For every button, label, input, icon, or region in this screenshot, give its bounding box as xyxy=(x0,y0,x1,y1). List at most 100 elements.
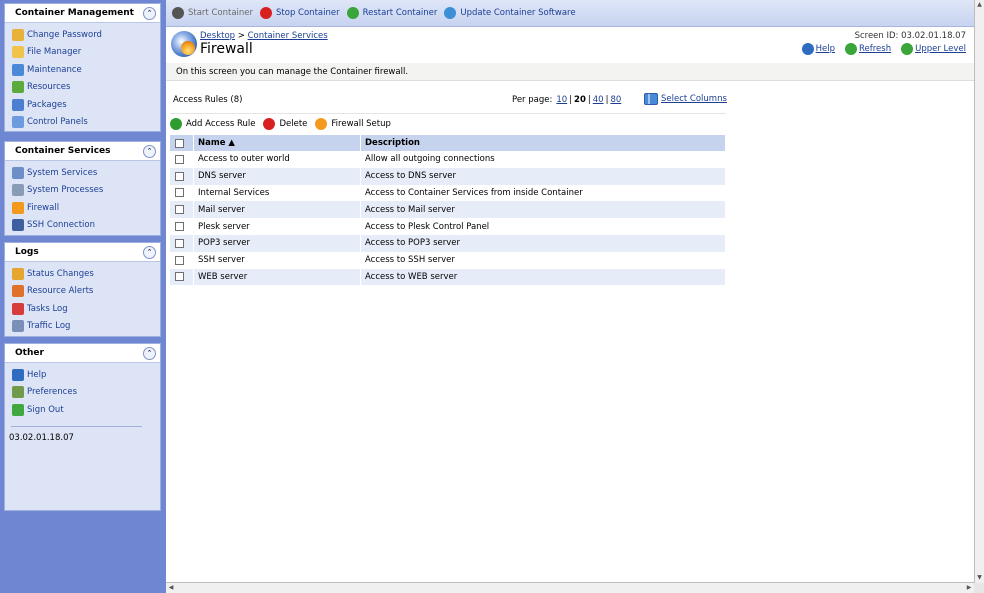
sidebar-panel-title: Other xyxy=(15,348,44,358)
rule-name[interactable]: Plesk server xyxy=(193,218,361,235)
select-columns-link[interactable]: Select Columns xyxy=(644,93,727,105)
horizontal-scrollbar[interactable]: ◀ ▶ xyxy=(166,582,974,593)
refresh-icon xyxy=(845,43,857,55)
column-header-name[interactable]: Name ▲ xyxy=(193,135,361,151)
sidebar-item-sign-out[interactable]: Sign Out xyxy=(12,401,160,419)
folder-icon xyxy=(12,46,24,59)
sidebar-panel-title: Container Services xyxy=(15,146,111,156)
per-page-option-10[interactable]: 10 xyxy=(556,95,567,105)
rule-description: Access to WEB server xyxy=(360,268,726,286)
sidebar-panel-title: Logs xyxy=(15,247,39,257)
sidebar-item-label: Firewall xyxy=(27,202,60,213)
rule-name[interactable]: POP3 server xyxy=(193,234,361,252)
row-checkbox[interactable] xyxy=(175,205,184,215)
collapse-chevron-icon[interactable]: ⌃ xyxy=(143,245,156,259)
per-page-option-80[interactable]: 80 xyxy=(610,95,621,105)
sidebar-item-preferences[interactable]: Preferences xyxy=(12,384,160,402)
delete-button[interactable]: Delete xyxy=(263,118,307,130)
sidebar-item-change-password[interactable]: Change Password xyxy=(12,26,160,44)
sidebar-item-system-services[interactable]: System Services xyxy=(12,164,160,182)
row-checkbox[interactable] xyxy=(175,222,184,232)
resource-alerts-icon xyxy=(12,285,24,298)
header-link-label: Refresh xyxy=(859,44,892,54)
row-checkbox[interactable] xyxy=(175,238,184,248)
sidebar-item-ssh-connection[interactable]: SSH Connection xyxy=(12,217,160,235)
help-link[interactable]: Help xyxy=(801,43,835,55)
firewall-setup-button[interactable]: Firewall Setup xyxy=(315,118,391,130)
row-select-cell xyxy=(170,218,194,235)
scroll-up-arrow-icon[interactable]: ▲ xyxy=(975,0,984,10)
row-checkbox[interactable] xyxy=(175,154,184,164)
page-title: Firewall xyxy=(200,41,253,57)
sidebar-item-label: Help xyxy=(27,369,47,380)
per-page-option-40[interactable]: 40 xyxy=(593,95,604,105)
sidebar-item-firewall[interactable]: Firewall xyxy=(12,199,160,217)
restart-icon xyxy=(346,7,359,19)
rule-name[interactable]: SSH server xyxy=(193,251,361,269)
row-checkbox[interactable] xyxy=(175,188,184,198)
scroll-left-arrow-icon[interactable]: ◀ xyxy=(166,583,176,593)
upper-level-link[interactable]: Upper Level xyxy=(901,43,966,55)
stop-icon xyxy=(260,7,273,19)
breadcrumb-desktop[interactable]: Desktop xyxy=(200,31,235,41)
collapse-chevron-icon[interactable]: ⌃ xyxy=(143,346,156,360)
select-all-checkbox[interactable] xyxy=(175,138,184,148)
row-checkbox[interactable] xyxy=(175,255,184,265)
sidebar-item-tasks-log[interactable]: Tasks Log xyxy=(12,300,160,318)
sidebar-item-packages[interactable]: Packages xyxy=(12,96,160,114)
row-select-cell xyxy=(170,184,194,202)
sidebar-panel-container-management: Container Management ⌃ Change Password File… xyxy=(4,3,161,132)
firewall-icon xyxy=(12,201,24,214)
sidebar-panel-list: Status Changes Resource Alerts Tasks Log Tr… xyxy=(5,262,160,338)
list-tool-label: Delete xyxy=(279,119,308,129)
vertical-scrollbar[interactable]: ▲ ▼ xyxy=(974,0,984,583)
rule-description: Access to SSH server xyxy=(360,251,726,269)
sidebar-panel-header: Container Management ⌃ xyxy=(5,4,160,23)
version-label: 03.02.01.18.07 xyxy=(9,432,74,443)
sidebar-item-label: SSH Connection xyxy=(27,220,95,231)
rule-name[interactable]: Mail server xyxy=(193,201,361,219)
sidebar-panel-header: Logs ⌃ xyxy=(5,243,160,262)
rule-name[interactable]: Access to outer world xyxy=(193,151,361,168)
upper-level-icon xyxy=(901,43,914,55)
refresh-link[interactable]: Refresh xyxy=(845,43,891,55)
scroll-down-arrow-icon[interactable]: ▼ xyxy=(975,573,984,583)
sidebar-item-traffic-log[interactable]: Traffic Log xyxy=(12,318,160,336)
scroll-right-arrow-icon[interactable]: ▶ xyxy=(964,583,974,593)
start-icon xyxy=(172,7,184,19)
system-services-icon xyxy=(12,166,24,179)
list-toolbar: Add Access Rule Delete Firewall Setup xyxy=(170,113,726,134)
sidebar-item-help[interactable]: Help xyxy=(12,366,160,384)
row-checkbox[interactable] xyxy=(175,171,184,181)
row-select-cell xyxy=(170,151,194,168)
stop-container-button[interactable]: Stop Container xyxy=(260,7,340,19)
update-container-software-button[interactable]: Update Container Software xyxy=(444,7,576,19)
sign-out-icon xyxy=(12,403,24,416)
table-row: Plesk server Access to Plesk Control Pane… xyxy=(170,218,726,235)
per-page-separator: | xyxy=(569,95,573,105)
collapse-chevron-icon[interactable]: ⌃ xyxy=(143,6,156,20)
select-columns-label: Select Columns xyxy=(661,94,727,104)
sidebar-item-maintenance[interactable]: Maintenance xyxy=(12,61,160,79)
sidebar-item-system-processes[interactable]: System Processes xyxy=(12,182,160,200)
sidebar-item-resources[interactable]: Resources xyxy=(12,79,160,97)
add-access-rule-button[interactable]: Add Access Rule xyxy=(170,118,255,130)
toolbar-button-label: Update Container Software xyxy=(460,8,576,18)
rule-name[interactable]: Internal Services xyxy=(193,184,361,202)
collapse-chevron-icon[interactable]: ⌃ xyxy=(143,144,156,158)
breadcrumb-container-services[interactable]: Container Services xyxy=(248,31,328,41)
sidebar-item-control-panels[interactable]: Control Panels xyxy=(12,114,160,132)
scrollbar-corner xyxy=(974,583,984,593)
sidebar-item-resource-alerts[interactable]: Resource Alerts xyxy=(12,283,160,301)
column-header-description[interactable]: Description xyxy=(360,135,726,151)
sidebar-panel-header: Other ⌃ xyxy=(5,344,160,363)
row-checkbox[interactable] xyxy=(175,272,184,282)
start-container-button[interactable]: Start Container xyxy=(172,7,253,19)
rule-name[interactable]: DNS server xyxy=(193,167,361,185)
system-processes-icon xyxy=(12,184,24,197)
sidebar-item-status-changes[interactable]: Status Changes xyxy=(12,265,160,283)
sidebar-item-file-manager[interactable]: File Manager xyxy=(12,44,160,62)
restart-container-button[interactable]: Restart Container xyxy=(346,7,437,19)
rule-name[interactable]: WEB server xyxy=(193,268,361,286)
sidebar-item-label: Status Changes xyxy=(27,268,94,279)
